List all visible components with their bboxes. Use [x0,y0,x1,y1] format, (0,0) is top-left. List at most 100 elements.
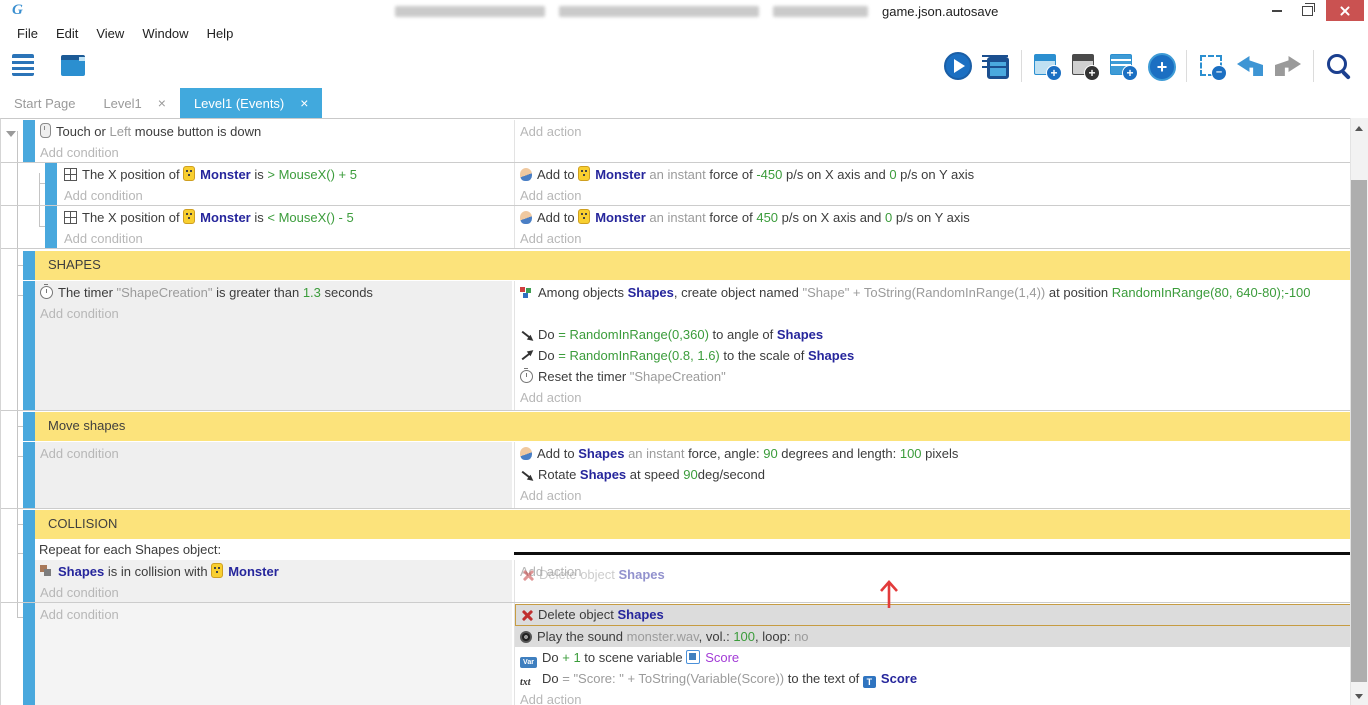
condition-row[interactable]: The timer "ShapeCreation" is greater tha… [35,282,512,303]
action-row[interactable]: Among objects Shapes, create object name… [515,282,1351,324]
condition-row[interactable]: The X position of Monster is < MouseX() … [59,207,512,228]
add-condition-button[interactable]: Add condition [35,443,512,464]
add-condition-button[interactable]: Add condition [59,228,512,249]
event-move-shapes[interactable]: Add condition Add to Shapes an instant f… [1,442,1351,509]
action-row[interactable]: Add to Monster an instant force of -450 … [515,164,1351,185]
event-selection-bar[interactable] [23,281,35,410]
vertical-scrollbar[interactable] [1350,118,1368,705]
action-row[interactable]: Rotate Shapes at speed 90deg/second [515,464,1351,485]
tab-close-icon[interactable]: × [300,95,308,111]
text-segment: mouse button is down [131,124,261,139]
tab-level1[interactable]: Level1× [89,88,180,118]
tab-close-icon[interactable]: × [158,95,166,111]
add-comment-icon[interactable] [1108,51,1138,81]
add-condition-button[interactable]: Add condition [35,582,512,603]
conditions-cell: Shapes is in collision with Monster Add c… [35,560,512,602]
action-row[interactable]: Reset the timer "ShapeCreation" [515,366,1351,387]
menu-window[interactable]: Window [133,26,197,41]
menu-view[interactable]: View [87,26,133,41]
event-foreach-shapes[interactable]: Repeat for each Shapes object: Shapes is… [1,539,1351,603]
play-icon[interactable] [943,51,973,81]
menu-help[interactable]: Help [198,26,243,41]
action-row[interactable]: Add to Monster an instant force of 450 p… [515,207,1351,228]
condition-row[interactable]: Shapes is in collision with Monster [35,561,512,582]
add-subevent-icon[interactable] [1070,51,1100,81]
text-segment: Add to [537,167,578,182]
add-event-icon[interactable] [1032,51,1062,81]
action-row[interactable]: Do = RandomInRange(0.8, 1.6) to the scal… [515,345,1351,366]
event-shape-creation[interactable]: The timer "ShapeCreation" is greater tha… [1,281,1351,411]
restore-icon[interactable] [1292,0,1322,21]
conditions-cell: Add condition [35,603,512,705]
text-segment: "ShapeCreation" [630,369,726,384]
foreach-header[interactable]: Repeat for each Shapes object: [35,539,1351,560]
scroll-up-icon[interactable] [1355,126,1363,131]
action-row[interactable]: Do + 1 to scene variable Score [515,647,1351,668]
action-row[interactable]: Do = "Score: " + ToString(Variable(Score… [515,668,1351,689]
conditions-cell: The X position of Monster is > MouseX() … [59,163,512,205]
event-selection-bar[interactable] [45,163,57,205]
text-segment: to angle of [709,327,777,342]
toolbar-separator [1313,50,1314,82]
add-condition-button[interactable]: Add condition [35,604,512,625]
close-icon[interactable] [1326,0,1364,21]
event-selection-bar[interactable] [23,412,35,441]
add-condition-button[interactable]: Add condition [35,142,512,163]
add-action-button[interactable]: Add action [515,228,1351,249]
action-row[interactable]: Delete object Shapes [515,604,1351,626]
event-mouse[interactable]: Touch or Left mouse button is downAdd co… [1,120,1351,163]
search-icon[interactable] [1324,51,1354,81]
debug-icon[interactable] [981,51,1011,81]
action-row[interactable]: Play the sound monster.wav, vol.: 100, l… [515,626,1351,647]
comment-collision[interactable]: COLLISION [1,510,1351,539]
menu-edit[interactable]: Edit [47,26,87,41]
add-condition-button[interactable]: Add condition [59,185,512,206]
scene-editor-icon[interactable] [58,50,90,82]
text-segment: Score [881,671,917,686]
condition-row[interactable]: The X position of Monster is > MouseX() … [59,164,512,185]
actions-cell: Among objects Shapes, create object name… [514,281,1351,410]
event-selection-bar[interactable] [23,251,35,280]
delete-icon [522,569,534,581]
action-row[interactable]: Add to Shapes an instant force, angle: 9… [515,443,1351,464]
drag-ghost: Delete object Shapes [517,564,665,584]
text-segment: is in collision with [104,564,211,579]
text-segment: 90 [683,467,697,482]
scrollbar-thumb[interactable] [1351,180,1367,682]
event-monster-left[interactable]: The X position of Monster is < MouseX() … [1,206,1351,249]
add-action-button[interactable]: Add action [515,485,1351,506]
event-selection-bar[interactable] [23,539,35,602]
event-selection-bar[interactable] [23,603,35,705]
text-segment: Add condition [40,446,119,461]
event-score[interactable]: Add condition Delete object ShapesPlay t… [1,603,1351,705]
undo-icon[interactable] [1235,51,1265,81]
add-action-button[interactable]: Add action [515,121,1351,142]
comment-shapes[interactable]: SHAPES [1,251,1351,280]
scroll-down-icon[interactable] [1355,694,1363,699]
text-segment: Add condition [40,585,119,600]
menu-file[interactable]: File [8,26,47,41]
event-selection-bar[interactable] [45,206,57,248]
add-action-button[interactable]: Add action [515,387,1351,408]
event-selection-bar[interactable] [23,120,35,162]
tab-start-page[interactable]: Start Page [0,88,89,118]
text-segment: 450 [756,210,778,225]
action-row[interactable]: Do = RandomInRange(0,360) to angle of Sh… [515,324,1351,345]
minimize-icon[interactable] [1262,0,1292,21]
text-segment: 0 [889,167,896,182]
comment-move-shapes[interactable]: Move shapes [1,412,1351,441]
add-action-button[interactable]: Add action [515,689,1351,705]
condition-row[interactable]: Touch or Left mouse button is down [35,121,512,142]
add-other-icon[interactable] [1146,51,1176,81]
project-manager-icon[interactable] [10,50,42,82]
add-condition-button[interactable]: Add condition [35,303,512,324]
delete-event-icon[interactable] [1197,51,1227,81]
event-selection-bar[interactable] [23,442,35,508]
event-selection-bar[interactable] [23,510,35,539]
redo-icon[interactable] [1273,51,1303,81]
event-monster-right[interactable]: The X position of Monster is > MouseX() … [1,163,1351,206]
text-segment: 100 [900,446,922,461]
drag-insert-arrow-icon [877,578,901,610]
tab-level1-events[interactable]: Level1 (Events)× [180,88,323,118]
add-action-button[interactable]: Add action [515,185,1351,206]
